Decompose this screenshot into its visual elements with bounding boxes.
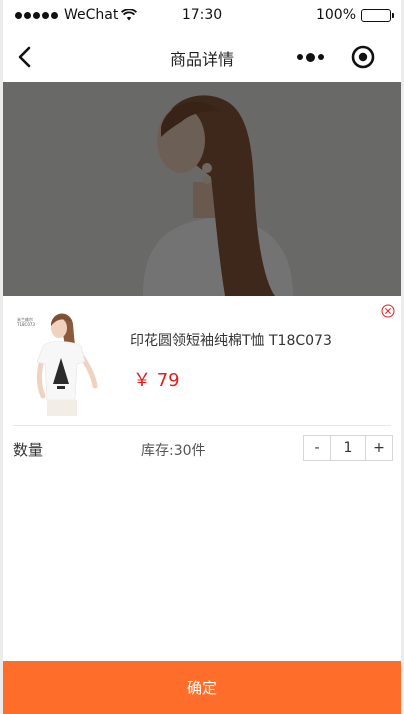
- product-hero-image: [3, 82, 401, 296]
- phone-screen: WeChat 17:30 100% 商品详情 米兰维尔 T18C073 印花圆领…: [3, 0, 401, 714]
- more-options-icon[interactable]: [293, 46, 327, 68]
- divider: [13, 425, 391, 426]
- battery-group: 100%: [315, 7, 394, 23]
- quantity-stepper: - 1 +: [303, 435, 393, 461]
- close-circle-icon[interactable]: [381, 304, 395, 318]
- battery-percent: 100%: [315, 7, 356, 23]
- decrement-button[interactable]: -: [304, 436, 330, 460]
- battery-icon: [361, 8, 394, 22]
- sku-selection-sheet: 米兰维尔 T18C073 印花圆领短袖纯棉T恤 T18C073 ￥ 79 数量 …: [3, 296, 401, 714]
- page-title: 商品详情: [169, 50, 234, 69]
- miniprogram-close-icon[interactable]: [349, 43, 377, 71]
- quantity-value[interactable]: 1: [330, 436, 366, 460]
- stock-count: 库存:30件: [141, 443, 206, 459]
- product-name: 印花圆领短袖纯棉T恤 T18C073: [130, 333, 332, 349]
- svg-text:T18C073: T18C073: [16, 322, 35, 327]
- status-bar: WeChat 17:30 100%: [3, 0, 401, 32]
- product-thumbnail-image: 米兰维尔 T18C073: [13, 304, 103, 416]
- increment-button[interactable]: +: [366, 436, 392, 460]
- overlay-mask[interactable]: [3, 82, 401, 296]
- quantity-label: 数量: [13, 441, 44, 459]
- product-price: ￥ 79: [133, 370, 180, 391]
- product-thumbnail: 米兰维尔 T18C073: [13, 304, 103, 416]
- confirm-button[interactable]: 确定: [3, 661, 401, 714]
- navigation-bar: 商品详情: [3, 32, 401, 82]
